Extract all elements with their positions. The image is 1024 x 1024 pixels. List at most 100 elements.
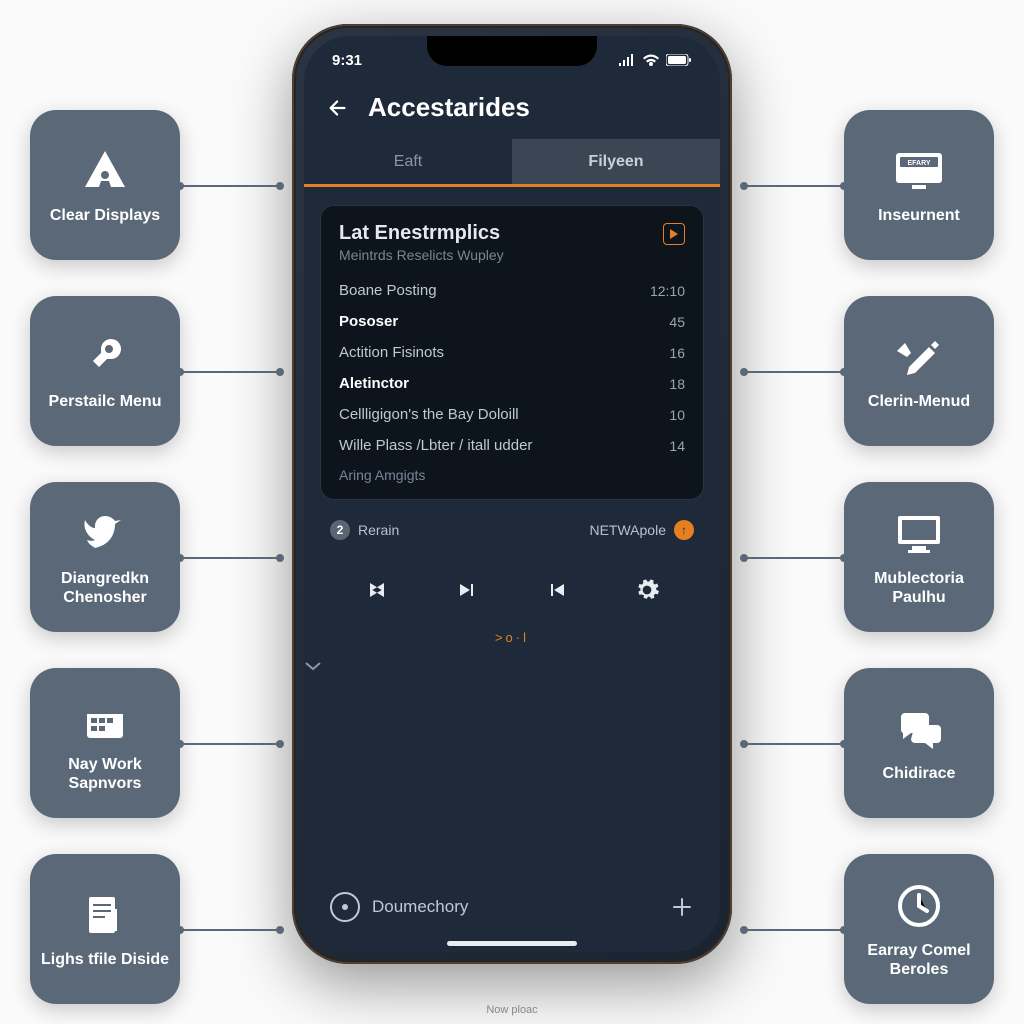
feature-tile-lighs-tfile[interactable]: Lighs tfile Diside (30, 854, 180, 1004)
previous-button[interactable] (449, 572, 485, 608)
next-button[interactable] (539, 572, 575, 608)
connector (180, 929, 280, 931)
plug-icon (78, 330, 132, 384)
card-play-button[interactable] (663, 223, 685, 245)
tabs: Eaft Filyeen (304, 139, 720, 187)
row-label: Wille Plass /Lbter / itall udder (339, 437, 532, 454)
bottom-bar: Doumechory (304, 880, 720, 934)
status-icons (618, 54, 692, 66)
tile-label: Lighs tfile Diside (31, 950, 179, 969)
page-title: Accestarides (368, 92, 530, 123)
battery-icon (666, 54, 692, 66)
add-button[interactable] (670, 895, 694, 919)
bottom-label: Doumechory (372, 897, 468, 917)
connector (180, 743, 280, 745)
connector (744, 557, 844, 559)
list-item[interactable]: Aletinctor 18 (339, 368, 685, 399)
connector (180, 371, 280, 373)
status-time: 9:31 (332, 52, 362, 69)
expand-button[interactable] (304, 655, 720, 677)
row-value: 14 (669, 438, 685, 454)
feature-tile-earray-comel[interactable]: Earray Comel Beroles (844, 854, 994, 1004)
row-label: Cellligigon's the Bay Doloill (339, 406, 519, 423)
list-item[interactable]: Wille Plass /Lbter / itall udder 14 (339, 430, 685, 461)
feature-tile-chidirace[interactable]: Chidirace (844, 668, 994, 818)
list-item[interactable]: Boane Posting 12:10 (339, 275, 685, 306)
skip-previous-icon (363, 576, 391, 604)
tile-label: Nay Work Sapnvors (30, 755, 180, 793)
tile-label: Mublectoria Paulhu (844, 569, 994, 607)
status-row: 2 Rerain NETWApole ↑ (304, 510, 720, 550)
content-card: Lat Enestrmplics Meintrds Reselicts Wupl… (320, 205, 704, 500)
settings-button[interactable] (629, 572, 665, 608)
previous-icon (455, 578, 479, 602)
row-label: Pososer (339, 313, 398, 330)
warning-person-icon (78, 144, 132, 198)
bottom-collection-button[interactable]: Doumechory (330, 892, 468, 922)
list-item[interactable]: Pososer 45 (339, 306, 685, 337)
notch (427, 36, 597, 66)
target-icon (330, 892, 360, 922)
row-value: 45 (669, 314, 685, 330)
scrub-indicator[interactable]: >o·l (304, 630, 720, 655)
status-left[interactable]: 2 Rerain (330, 520, 399, 540)
arrow-left-icon (327, 97, 349, 119)
feature-tile-clear-displays[interactable]: Clear Displays (30, 110, 180, 260)
phone-frame: 9:31 Accestarides Eaft Filyeen Lat Enest… (292, 24, 732, 964)
row-label: Boane Posting (339, 282, 437, 299)
tile-label: Clear Displays (40, 206, 170, 225)
tab-eaft[interactable]: Eaft (304, 139, 512, 185)
row-value: 18 (669, 376, 685, 392)
connector (744, 929, 844, 931)
status-right[interactable]: NETWApole ↑ (589, 520, 694, 540)
tile-label: Diangredkn Chenosher (30, 569, 180, 607)
tile-label: Inseurnent (868, 206, 970, 225)
feature-tile-inseurnent[interactable]: EFARY Inseurnent (844, 110, 994, 260)
upload-badge-icon: ↑ (674, 520, 694, 540)
badge-count-icon: 2 (330, 520, 350, 540)
bird-icon (78, 507, 132, 561)
svg-text:EFARY: EFARY (907, 160, 930, 167)
feature-tile-perstailc-menu[interactable]: Perstailc Menu (30, 296, 180, 446)
play-icon (670, 229, 678, 239)
connector (744, 185, 844, 187)
tile-label: Chidirace (873, 764, 966, 783)
list-item[interactable]: Cellligigon's the Bay Doloill 10 (339, 399, 685, 430)
row-value: 16 (669, 345, 685, 361)
home-indicator[interactable] (447, 941, 577, 946)
tile-label: Clerin-Menud (858, 392, 980, 411)
tile-label: Earray Comel Beroles (844, 941, 994, 979)
card-title: Lat Enestrmplics (339, 222, 500, 245)
list-item[interactable]: Actition Fisinots 16 (339, 337, 685, 368)
clock-icon (892, 879, 946, 933)
tool-icon (892, 330, 946, 384)
feature-tile-clerin-menud[interactable]: Clerin-Menud (844, 296, 994, 446)
tile-label: Perstailc Menu (39, 392, 172, 411)
connector (744, 743, 844, 745)
skip-start-button[interactable] (359, 572, 395, 608)
connector (180, 185, 280, 187)
row-label: Actition Fisinots (339, 344, 444, 361)
connector (180, 557, 280, 559)
media-controls (304, 550, 720, 630)
connector (744, 371, 844, 373)
card-extra-text: Aring Amgigts (339, 467, 685, 483)
phone-screen: 9:31 Accestarides Eaft Filyeen Lat Enest… (304, 36, 720, 952)
feature-tile-diangredkn[interactable]: Diangredkn Chenosher (30, 482, 180, 632)
caption-text: Now ploac (486, 1004, 537, 1016)
row-value: 10 (669, 407, 685, 423)
card-subtitle: Meintrds Reselicts Wupley (339, 247, 685, 263)
tab-filyeen[interactable]: Filyeen (512, 139, 720, 185)
app-header: Accestarides (304, 84, 720, 139)
back-button[interactable] (324, 94, 352, 122)
row-label: Aletinctor (339, 375, 409, 392)
row-value: 12:10 (650, 283, 685, 299)
plus-icon (670, 895, 694, 919)
gear-icon (634, 577, 660, 603)
feature-tile-nay-work[interactable]: Nay Work Sapnvors (30, 668, 180, 818)
feature-tile-mublectoria[interactable]: Mublectoria Paulhu (844, 482, 994, 632)
monitor-badge-icon: EFARY (892, 144, 946, 198)
wifi-icon (642, 54, 660, 66)
document-icon (78, 888, 132, 942)
chevron-down-icon (304, 661, 322, 671)
